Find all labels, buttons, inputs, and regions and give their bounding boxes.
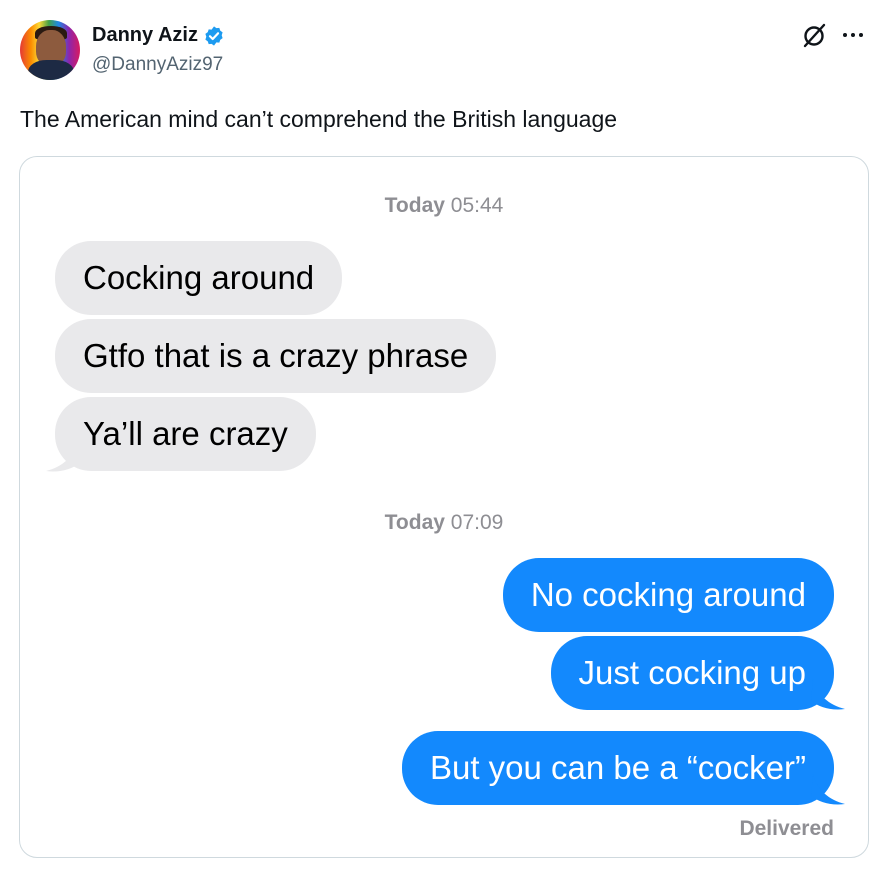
- author-handle[interactable]: @DannyAziz97: [92, 54, 223, 76]
- timestamp-time: 05:44: [450, 194, 504, 217]
- more-icon[interactable]: [840, 22, 866, 48]
- timestamp-day: Today: [384, 194, 445, 217]
- delivery-status: Delivered: [739, 817, 834, 840]
- message-timestamp: Today 07:09: [20, 511, 868, 535]
- received-message-bubble: Cocking around: [55, 241, 343, 315]
- post-media-screenshot[interactable]: Today 05:44 Cocking around Gtfo that is …: [19, 156, 869, 858]
- author-name[interactable]: Danny Aziz: [92, 24, 198, 47]
- avatar[interactable]: [20, 20, 80, 80]
- timestamp-time: 07:09: [450, 511, 504, 534]
- avatar-body: [28, 60, 74, 80]
- post-text: The American mind can’t comprehend the B…: [20, 106, 618, 132]
- sent-message-bubble: But you can be a “cocker”: [401, 731, 834, 805]
- message-timestamp: Today 05:44: [20, 194, 868, 218]
- timestamp-day: Today: [384, 511, 445, 534]
- verified-badge-icon: [205, 25, 223, 46]
- received-message-bubble: Gtfo that is a crazy phrase: [55, 319, 497, 393]
- sent-message-bubble: Just cocking up: [550, 636, 834, 710]
- sent-bubble-tail: [811, 679, 845, 710]
- received-message-bubble: Ya’ll are crazy: [55, 397, 316, 471]
- grok-icon[interactable]: [800, 22, 828, 50]
- sent-bubble-tail: [811, 774, 845, 805]
- author-name-row: Danny Aziz: [92, 24, 225, 47]
- received-bubble-tail: [46, 441, 80, 472]
- sent-message-bubble: No cocking around: [502, 558, 834, 632]
